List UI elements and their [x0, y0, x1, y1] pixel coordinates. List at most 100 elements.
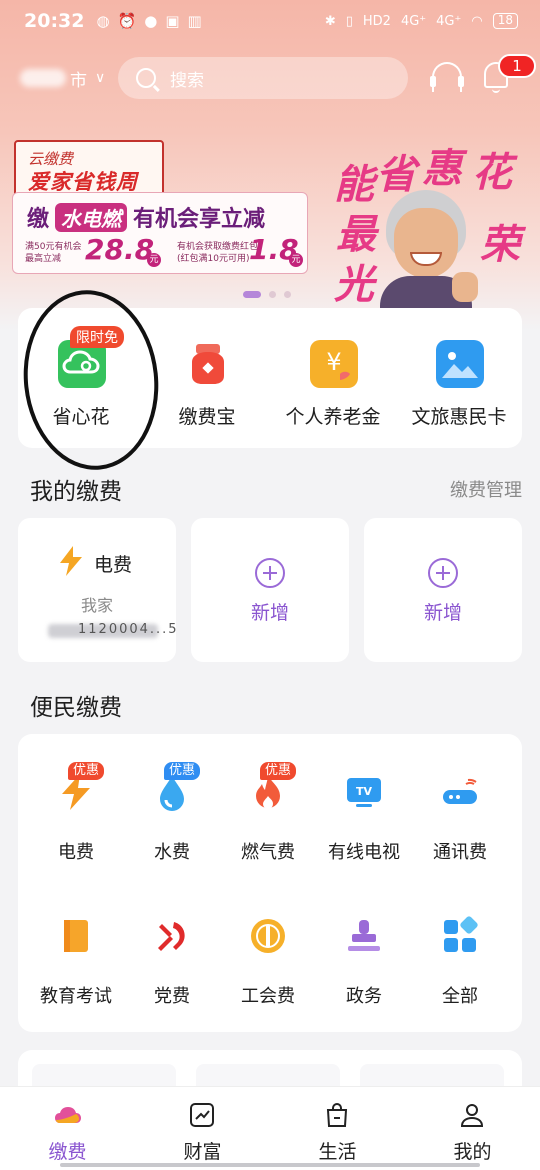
bottom-navigation: 缴费 财富 生活 我的: [0, 1086, 540, 1170]
quick-action-jiaofeibao[interactable]: 缴费宝: [144, 308, 270, 448]
carousel-dot: [269, 291, 276, 298]
add-label: 新增: [423, 602, 462, 624]
thumbs-up-icon: [452, 272, 478, 302]
pension-icon: ¥: [310, 340, 358, 388]
vibrate-icon: ▯: [345, 13, 353, 29]
my-payments-title: 我的缴费: [30, 479, 122, 505]
account-number-text: 1120004...5: [78, 622, 179, 637]
quick-action-label: 文旅惠民卡: [411, 406, 507, 428]
convenience-title: 便民缴费: [30, 695, 122, 721]
home-indicator[interactable]: [60, 1163, 480, 1167]
search-icon: [136, 68, 156, 88]
slogan-char: 花: [472, 150, 512, 196]
banner-headline-pill: 水电燃: [55, 202, 128, 232]
bluetooth-icon: ✱: [324, 13, 336, 29]
grid-item-label: 党费: [154, 986, 190, 1007]
status-bar: 20:32 ◍ ⏰ ● ▣ ▥ ✱ ▯ HD2 4G⁺ 4G⁺ ◠ 18: [0, 0, 540, 42]
tv-icon: TV: [347, 778, 381, 807]
k-app-icon: ▣: [165, 12, 180, 30]
carousel-dot: [284, 291, 291, 298]
chart-icon: [190, 1103, 214, 1127]
grid-item-electricity[interactable]: 优惠 电费: [28, 734, 124, 863]
grid-item-education[interactable]: 教育考试: [28, 878, 124, 1007]
banner-offer-card: 缴 水电燃 有机会享立减 满50元有机会 最高立减 28.8 元 有机会获取缴费…: [12, 192, 308, 274]
location-suffix: 市: [70, 70, 87, 91]
landscape-card-icon: [436, 340, 484, 388]
router-icon: [443, 778, 477, 804]
customer-service-icon[interactable]: [430, 62, 464, 92]
add-label: 新增: [250, 602, 289, 624]
hd-icon: HD2: [362, 13, 391, 29]
slogan-char: 光: [334, 262, 374, 308]
add-payment-card[interactable]: 新增: [191, 518, 349, 662]
grid-item-cable-tv[interactable]: TV 有线电视: [316, 734, 412, 863]
book-icon: [64, 920, 88, 952]
svg-text:¥: ¥: [326, 348, 341, 376]
tab-label: 财富: [183, 1141, 222, 1163]
electricity-bill-card[interactable]: 电费 我家 1120004...5: [18, 518, 177, 662]
grid-item-label: 有线电视: [328, 842, 400, 863]
quick-action-culture-card[interactable]: 文旅惠民卡: [396, 308, 522, 448]
lightning-icon: [60, 546, 82, 576]
tab-label: 生活: [318, 1141, 357, 1163]
quick-action-label: 个人养老金: [285, 406, 381, 428]
banner-right-unit: 元: [289, 253, 303, 267]
grid-item-telecom[interactable]: 通讯费: [412, 734, 508, 863]
banner-headline-prefix: 缴: [27, 207, 50, 232]
quick-action-pension[interactable]: ¥ 个人养老金: [270, 308, 396, 448]
grid-item-label: 电费: [58, 842, 94, 863]
payment-management-link[interactable]: 缴费管理: [450, 476, 522, 502]
grid-item-party-dues[interactable]: 党费: [124, 878, 220, 1007]
grid-item-label: 水费: [154, 842, 190, 863]
banner-left-unit: 元: [147, 253, 161, 267]
grid-item-gas[interactable]: 优惠 燃气费: [220, 734, 316, 863]
tab-life[interactable]: 生活: [270, 1087, 405, 1170]
tab-mine[interactable]: 我的: [405, 1087, 540, 1170]
add-circle-icon: [428, 558, 458, 588]
grid-item-union-dues[interactable]: 工会费: [220, 878, 316, 1007]
slogan-char: 荣: [480, 222, 520, 268]
grid-item-label: 全部: [442, 986, 478, 1007]
wechat-icon: ◍: [96, 12, 110, 30]
banner-event-tag: 云缴费 爱家省钱周: [14, 140, 164, 198]
signal-icon-1: 4G⁺: [400, 13, 427, 29]
book-app-icon: ▥: [187, 12, 202, 30]
cloud-pay-icon: [55, 1107, 81, 1123]
discount-badge: 优惠: [164, 762, 201, 780]
tab-pay[interactable]: 缴费: [0, 1087, 135, 1170]
promo-banner[interactable]: 云缴费 爱家省钱周 缴 水电燃 有机会享立减 满50元有机会 最高立减 28.8…: [0, 130, 540, 310]
slogan-char: 惠: [422, 146, 462, 192]
convenience-grid: 优惠 电费 优惠 水费 优惠 燃气费 TV 有线电视 通讯费 教育考试 党费 工…: [18, 734, 522, 1032]
chevron-down-icon: ∨: [95, 70, 106, 86]
banner-left-amount: 28.8: [85, 233, 155, 266]
carousel-indicator: [243, 291, 291, 298]
tab-wealth[interactable]: 财富: [135, 1087, 270, 1170]
account-number: 1120004...5: [48, 622, 177, 640]
bill-type: 电费: [94, 554, 133, 576]
union-badge-icon: [251, 919, 285, 953]
add-payment-card[interactable]: 新增: [364, 518, 522, 662]
user-icon: [460, 1104, 484, 1127]
grid-item-label: 工会费: [241, 986, 295, 1007]
grid-item-water[interactable]: 优惠 水费: [124, 734, 220, 863]
grid-item-government[interactable]: 政务: [316, 878, 412, 1007]
status-time: 20:32: [24, 10, 85, 32]
notification-icons: ◍ ⏰ ● ▣ ▥: [96, 12, 201, 30]
banner-left-note: 满50元有机会 最高立减: [25, 242, 82, 264]
grid-all-icon: [444, 916, 478, 952]
money-bag-icon: [184, 340, 232, 388]
notification-badge: 1: [498, 54, 536, 78]
search-placeholder: 搜索: [170, 70, 204, 91]
add-circle-icon: [255, 558, 285, 588]
grid-item-label: 通讯费: [433, 842, 487, 863]
grid-item-all[interactable]: 全部: [412, 878, 508, 1007]
banner-headline-suffix: 有机会享立减: [133, 207, 266, 232]
top-header: 市 ∨ 搜索: [0, 56, 540, 100]
stamp-icon: [348, 920, 380, 951]
search-input[interactable]: 搜索: [118, 57, 408, 99]
location-selector[interactable]: 市 ∨: [20, 62, 112, 94]
signal-icon-2: 4G⁺: [436, 13, 462, 29]
carousel-dot-active: [243, 291, 261, 298]
svg-text:TV: TV: [356, 785, 373, 798]
grid-item-label: 燃气费: [241, 842, 295, 863]
